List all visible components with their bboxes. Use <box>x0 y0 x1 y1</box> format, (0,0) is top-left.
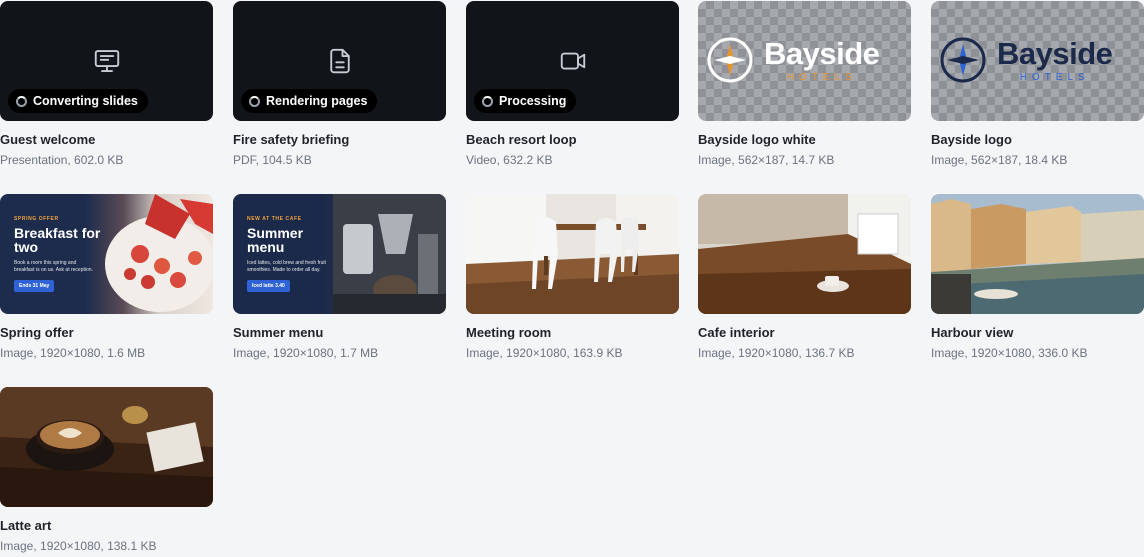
asset-name: Cafe interior <box>698 325 775 340</box>
logo-wordmark: Bayside <box>997 35 1113 71</box>
asset-meta: Image, 1920×1080, 1.7 MB <box>233 346 379 360</box>
asset-card-beach-resort-loop[interactable]: Processing Beach resort loop Video, 632.… <box>466 1 679 167</box>
asset-meta: Image, 1920×1080, 138.1 KB <box>0 539 157 553</box>
asset-card-bayside-logo-white[interactable]: Bayside HOTELS Bayside logo white Image,… <box>698 1 911 167</box>
asset-meta: Image, 1920×1080, 136.7 KB <box>698 346 855 360</box>
asset-name: Bayside logo <box>931 132 1012 147</box>
monitor-icon <box>94 50 119 72</box>
bayside-logo: Bayside HOTELS <box>939 35 1113 84</box>
asset-thumbnail: SPRING OFFER Breakfast for two Book a roo… <box>0 194 213 314</box>
asset-name: Fire safety briefing <box>233 132 350 147</box>
asset-name: Guest welcome <box>0 132 96 147</box>
asset-name: Harbour view <box>931 325 1014 340</box>
status-badge: Processing <box>474 89 577 113</box>
video-camera-icon <box>560 52 585 70</box>
bayside-logo: Bayside HOTELS <box>706 35 880 84</box>
asset-name: Bayside logo white <box>698 132 816 147</box>
harbour-view-image <box>931 194 1144 314</box>
asset-card-summer-menu[interactable]: NEW AT THE CAFE Summer menu Iced lattes, … <box>233 194 446 360</box>
promo-headline: Summer menu <box>247 225 304 255</box>
asset-thumbnail <box>931 194 1144 314</box>
asset-card-harbour-view[interactable]: Harbour view Image, 1920×1080, 336.0 KB <box>931 194 1144 360</box>
asset-card-bayside-logo[interactable]: Bayside HOTELS Bayside logo Image, 562×1… <box>931 1 1144 167</box>
promo-kicker: SPRING OFFER <box>14 216 59 222</box>
compass-icon <box>707 37 753 83</box>
asset-card-meeting-room[interactable]: Meeting room Image, 1920×1080, 163.9 KB <box>466 194 679 360</box>
status-badge: Rendering pages <box>241 89 378 113</box>
promo-description: Iced lattes, cold brew and fresh fruit s… <box>247 260 326 273</box>
asset-thumbnail: NEW AT THE CAFE Summer menu Iced lattes, … <box>233 194 446 314</box>
asset-card-cafe-interior[interactable]: Cafe interior Image, 1920×1080, 136.7 KB <box>698 194 911 360</box>
asset-meta: Image, 1920×1080, 163.9 KB <box>466 346 623 360</box>
asset-thumbnail: Processing <box>466 1 679 121</box>
asset-thumbnail <box>698 194 911 314</box>
promo-description: Book a room this spring and breakfast is… <box>14 260 93 273</box>
asset-name: Latte art <box>0 518 52 533</box>
promo-cta: Iced latte 3.40 <box>247 279 290 292</box>
logo-subtitle: HOTELS <box>786 71 857 83</box>
asset-name: Meeting room <box>466 325 552 340</box>
asset-thumbnail: Bayside HOTELS <box>931 1 1144 121</box>
status-badge: Converting slides <box>8 89 148 113</box>
asset-thumbnail: Rendering pages <box>233 1 446 121</box>
spinner-icon <box>16 95 27 107</box>
asset-card-fire-safety-briefing[interactable]: Rendering pages Fire safety briefing PDF… <box>233 1 446 167</box>
spinner-icon <box>249 95 260 107</box>
asset-meta: Image, 1920×1080, 1.6 MB <box>0 346 146 360</box>
asset-meta: Image, 1920×1080, 336.0 KB <box>931 346 1088 360</box>
asset-meta: Presentation, 602.0 KB <box>0 153 124 167</box>
compass-icon <box>940 37 986 83</box>
asset-meta: PDF, 104.5 KB <box>233 153 312 167</box>
asset-meta: Image, 562×187, 18.4 KB <box>931 153 1068 167</box>
asset-thumbnail <box>466 194 679 314</box>
asset-name: Beach resort loop <box>466 132 577 147</box>
asset-card-latte-art[interactable]: Latte art Image, 1920×1080, 138.1 KB <box>0 387 213 553</box>
promo-cta: Ends 31 May <box>14 279 55 292</box>
asset-thumbnail <box>0 387 213 507</box>
asset-card-guest-welcome[interactable]: Converting slides Guest welcome Presenta… <box>0 1 213 167</box>
asset-meta: Image, 562×187, 14.7 KB <box>698 153 835 167</box>
latte-art-image <box>0 387 213 507</box>
promo-headline: Breakfast for two <box>14 225 101 255</box>
asset-thumbnail: Converting slides <box>0 1 213 121</box>
logo-wordmark: Bayside <box>764 35 880 71</box>
asset-meta: Video, 632.2 KB <box>466 153 553 167</box>
logo-subtitle: HOTELS <box>1019 71 1090 83</box>
asset-thumbnail: Bayside HOTELS <box>698 1 911 121</box>
meeting-room-image <box>466 194 679 314</box>
cafe-interior-image <box>698 194 911 314</box>
asset-name: Summer menu <box>233 325 324 340</box>
document-icon <box>329 48 350 74</box>
asset-card-spring-offer[interactable]: SPRING OFFER Breakfast for two Book a roo… <box>0 194 213 360</box>
spinner-icon <box>482 95 493 107</box>
asset-name: Spring offer <box>0 325 74 340</box>
promo-kicker: NEW AT THE CAFE <box>247 216 302 222</box>
